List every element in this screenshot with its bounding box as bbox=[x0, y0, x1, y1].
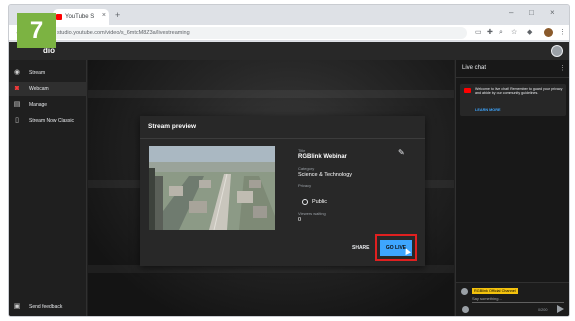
search-icon[interactable]: ⌕ bbox=[499, 29, 503, 37]
edit-pencil-icon[interactable]: ✎ bbox=[398, 149, 405, 157]
feedback-icon: ▣ bbox=[13, 303, 21, 310]
live-chat-title: Live chat bbox=[462, 65, 487, 71]
address-bar[interactable]: studio.youtube.com/video/s_6mtcM8Z3a/liv… bbox=[47, 27, 467, 39]
divider bbox=[140, 138, 425, 139]
stream-title: RGBlink Webinar bbox=[298, 154, 347, 160]
viewers-label: Viewers waiting bbox=[298, 211, 326, 216]
youtube-logo-icon bbox=[464, 88, 471, 93]
sidebar-item-webcam[interactable]: ◙ Webcam bbox=[9, 82, 87, 96]
chat-compose: RGBlink Official Channel Say something..… bbox=[456, 282, 569, 316]
close-window-button[interactable]: × bbox=[550, 8, 555, 17]
minimize-button[interactable]: – bbox=[509, 8, 513, 17]
tab-close-icon[interactable]: × bbox=[102, 12, 106, 19]
account-avatar[interactable] bbox=[551, 45, 563, 57]
phone-icon: ▯ bbox=[15, 117, 19, 124]
tab-strip: YouTube S × + – □ × bbox=[9, 5, 569, 25]
sidebar-item-label: Manage bbox=[29, 102, 48, 108]
profile-icon[interactable] bbox=[544, 28, 553, 37]
globe-icon bbox=[302, 199, 308, 205]
sidebar-item-label: Stream Now Classic bbox=[29, 118, 75, 124]
star-icon[interactable]: ☆ bbox=[511, 29, 517, 37]
live-chat-header: Live chat ⋮ bbox=[456, 60, 569, 78]
extension-puzzle-icon[interactable]: ◆ bbox=[527, 29, 532, 37]
background-band bbox=[88, 265, 454, 273]
chat-input[interactable]: Say something... bbox=[472, 296, 502, 301]
browser-toolbar: ← → ↻ studio.youtube.com/video/s_6mtcM8Z… bbox=[9, 25, 569, 41]
highlight-box bbox=[375, 234, 417, 261]
new-tab-button[interactable]: + bbox=[115, 10, 120, 20]
send-feedback-link[interactable]: ▣ Send feedback bbox=[9, 300, 87, 314]
send-icon[interactable] bbox=[557, 305, 564, 313]
feedback-label: Send feedback bbox=[29, 304, 63, 310]
maximize-button[interactable]: □ bbox=[529, 8, 534, 17]
cast-icon[interactable]: ▭ bbox=[475, 29, 482, 37]
chat-author-avatar bbox=[461, 288, 468, 295]
background-band bbox=[88, 90, 454, 98]
live-chat-panel: Live chat ⋮ Welcome to live chat! Rememb… bbox=[455, 60, 569, 316]
chat-welcome-message: Welcome to live chat! Remember to guard … bbox=[460, 84, 566, 116]
welcome-text: Welcome to live chat! Remember to guard … bbox=[475, 87, 563, 96]
sidebar-item-stream[interactable]: ◉ Stream bbox=[9, 66, 87, 80]
step-badge: 7 bbox=[17, 13, 56, 48]
learn-more-link[interactable]: LEARN MORE bbox=[475, 108, 501, 112]
tab-title: YouTube S bbox=[65, 14, 95, 20]
char-counter: 0/200 bbox=[538, 308, 548, 312]
sidebar-item-manage[interactable]: ▤ Manage bbox=[9, 98, 87, 112]
stream-preview-dialog: Stream preview Title RGBlink Webinar ✎ C… bbox=[140, 116, 425, 266]
studio-header: dio bbox=[9, 42, 569, 60]
browser-tab[interactable]: YouTube S × bbox=[53, 9, 109, 25]
privacy-value: Public bbox=[312, 199, 327, 205]
category-label: Category bbox=[298, 166, 315, 171]
calendar-icon: ▤ bbox=[13, 101, 21, 108]
sidebar-item-label: Stream bbox=[29, 70, 46, 76]
browser-window: YouTube S × + – □ × ← → ↻ studio.youtube… bbox=[8, 4, 570, 317]
viewers-value: 0 bbox=[298, 217, 302, 223]
webcam-icon: ◙ bbox=[14, 85, 20, 92]
stream-thumbnail bbox=[149, 146, 275, 230]
chat-author-name: RGBlink Official Channel bbox=[472, 288, 518, 294]
menu-icon[interactable]: ⋮ bbox=[559, 29, 566, 37]
youtube-favicon-icon bbox=[56, 14, 62, 20]
privacy-label: Privacy bbox=[298, 183, 312, 188]
category-value: Science & Technology bbox=[298, 172, 353, 178]
dialog-title: Stream preview bbox=[148, 123, 197, 130]
sidebar-item-stream-now-classic[interactable]: ▯ Stream Now Classic bbox=[9, 114, 87, 128]
stream-icon: ◉ bbox=[13, 69, 21, 76]
title-label: Title bbox=[298, 148, 306, 153]
more-options-icon[interactable]: ⋮ bbox=[559, 64, 566, 72]
extensions-icon[interactable]: ✚ bbox=[487, 29, 493, 37]
url-text: studio.youtube.com/video/s_6mtcM8Z3a/liv… bbox=[57, 30, 190, 36]
aerial-city-thumbnail-icon bbox=[149, 146, 275, 230]
emoji-icon[interactable] bbox=[462, 306, 469, 313]
sidebar: ◉ Stream ◙ Webcam ▤ Manage ▯ Stream Now … bbox=[9, 60, 87, 316]
share-button[interactable]: SHARE bbox=[352, 245, 370, 251]
chat-input-underline bbox=[472, 302, 564, 303]
sidebar-item-label: Webcam bbox=[29, 86, 49, 92]
